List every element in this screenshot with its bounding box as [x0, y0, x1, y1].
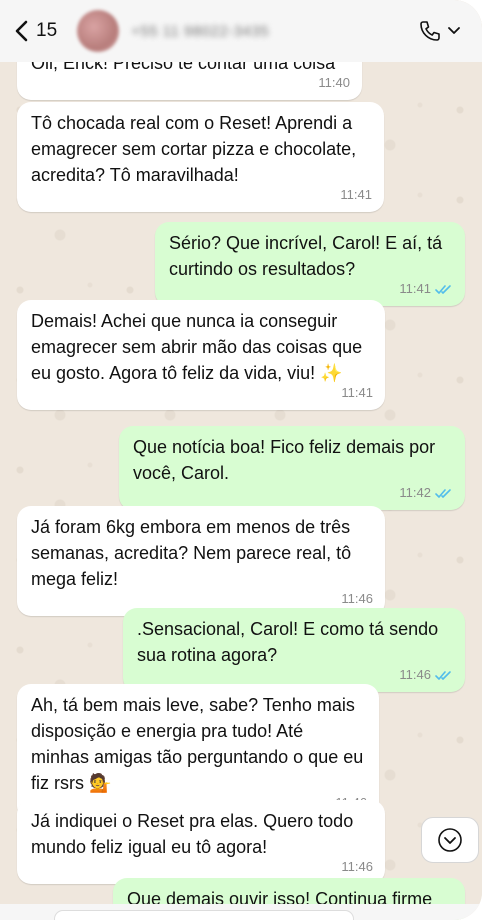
message-time: 11:40	[318, 75, 350, 90]
read-receipt-icon	[435, 488, 451, 498]
read-receipt-icon	[435, 670, 451, 680]
back-button[interactable]: 15	[14, 20, 57, 42]
message-bubble[interactable]: .Sensacional, Carol! E como tá sendo sua…	[123, 608, 465, 692]
message-text: Já indiquei o Reset pra elas. Quero todo…	[31, 811, 354, 857]
chevron-left-icon	[15, 20, 28, 42]
message-bubble[interactable]: Já indiquei o Reset pra elas. Quero todo…	[17, 800, 385, 884]
message-text: Que notícia boa! Fico feliz demais por v…	[133, 437, 436, 483]
phone-icon	[420, 21, 440, 41]
message-text: Demais! Achei que nunca ia conseguir ema…	[31, 311, 363, 383]
message-time: 11:46	[399, 667, 431, 682]
message-list[interactable]: Oii, Erick! Preciso te contar uma coisa …	[0, 40, 482, 920]
avatar[interactable]	[77, 10, 120, 52]
message-text: Tô chocada real com o Reset! Aprendi a e…	[31, 113, 357, 185]
message-time: 11:41	[341, 385, 373, 400]
message-text: Ah, tá bem mais leve, sabe? Tenho mais d…	[31, 695, 364, 793]
unread-count: 15	[36, 20, 58, 41]
scroll-to-bottom-button[interactable]	[421, 817, 479, 863]
chevron-down-icon	[448, 27, 460, 34]
message-time: 11:42	[399, 485, 431, 500]
message-text: .Sensacional, Carol! E como tá sendo sua…	[137, 619, 439, 665]
chat-header: 15 +55 11 98022-3435	[0, 0, 482, 62]
message-bubble[interactable]: Tô chocada real com o Reset! Aprendi a e…	[17, 102, 384, 212]
chevron-down-circle-icon	[438, 828, 462, 852]
message-time: 11:41	[399, 281, 431, 296]
phone-screen: 15 +55 11 98022-3435 Oii, Erick! Preciso…	[0, 0, 482, 920]
message-time: 11:46	[341, 859, 373, 874]
read-receipt-icon	[435, 284, 451, 294]
message-input[interactable]	[54, 910, 354, 920]
contact-phone[interactable]: +55 11 98022-3435	[131, 23, 269, 40]
message-bubble[interactable]: Que notícia boa! Fico feliz demais por v…	[119, 426, 465, 510]
message-bubble[interactable]: Já foram 6kg embora em menos de três sem…	[17, 506, 385, 616]
call-button[interactable]	[418, 19, 460, 43]
message-time: 11:41	[340, 187, 372, 202]
message-bubble[interactable]: Demais! Achei que nunca ia conseguir ema…	[17, 300, 385, 410]
message-text: Sério? Que incrível, Carol! E aí, tá cur…	[169, 233, 443, 279]
message-text: Já foram 6kg embora em menos de três sem…	[31, 517, 352, 589]
message-bubble[interactable]: Sério? Que incrível, Carol! E aí, tá cur…	[155, 222, 465, 306]
